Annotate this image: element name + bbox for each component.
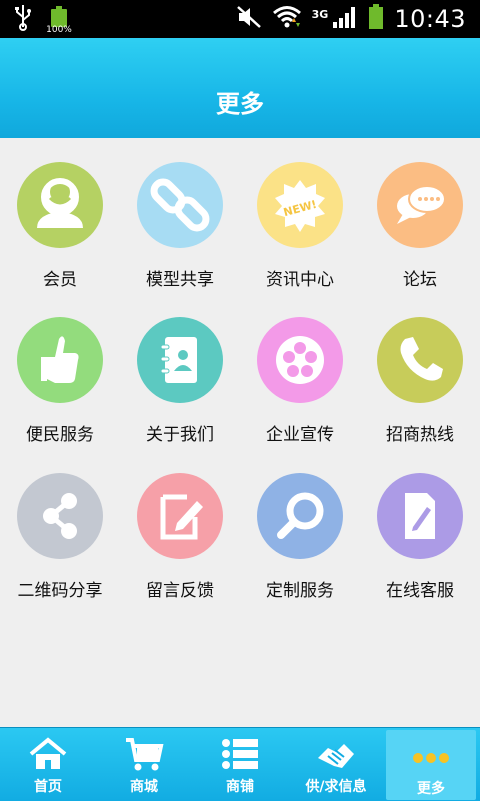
more-dots-icon [413, 753, 449, 763]
signal-icon [332, 5, 358, 33]
menu-label: 便民服务 [26, 425, 94, 445]
list-icon [222, 739, 258, 769]
edit-icon [137, 473, 223, 559]
menu-item-online-support[interactable]: 在线客服 [360, 451, 480, 601]
phone-icon [377, 317, 463, 403]
menu-item-custom-service[interactable]: 定制服务 [240, 451, 360, 601]
handshake-icon [318, 744, 354, 768]
menu-item-about-us[interactable]: 关于我们 [120, 295, 240, 445]
menu-item-model-share[interactable]: 模型共享 [120, 140, 240, 290]
menu-item-hotline[interactable]: 招商热线 [360, 295, 480, 445]
tab-label: 更多 [417, 781, 445, 797]
tab-mall[interactable]: 商城 [96, 728, 192, 801]
forum-icon [377, 162, 463, 248]
menu-item-feedback[interactable]: 留言反馈 [120, 451, 240, 601]
menu-label: 二维码分享 [17, 581, 103, 601]
tab-label: 商城 [130, 779, 158, 795]
contact-book-icon [137, 317, 223, 403]
tab-home[interactable]: 首页 [0, 728, 96, 801]
tab-more[interactable]: 更多 [386, 730, 476, 800]
menu-item-promotion[interactable]: 企业宣传 [240, 295, 360, 445]
menu-item-member[interactable]: 会员 [0, 140, 120, 290]
menu-label: 会员 [43, 270, 77, 290]
menu-item-convenience[interactable]: 便民服务 [0, 295, 120, 445]
magnifier-icon [257, 473, 343, 559]
page-title: 更多 [216, 90, 264, 118]
bottom-tab-bar: 首页 商城 商铺 供/求信息 更多 [0, 727, 480, 801]
menu-label: 留言反馈 [146, 581, 214, 601]
member-icon [17, 162, 103, 248]
film-reel-icon [257, 317, 343, 403]
share-icon [17, 473, 103, 559]
tab-shops[interactable]: 商铺 [192, 728, 288, 801]
menu-item-forum[interactable]: 论坛 [360, 140, 480, 290]
usb-icon [14, 3, 32, 35]
menu-label: 关于我们 [146, 425, 214, 445]
battery-full-icon [368, 4, 384, 34]
tab-label: 商铺 [226, 779, 254, 795]
menu-label: 资讯中心 [266, 270, 334, 290]
wifi-icon [272, 4, 302, 34]
mute-icon [236, 5, 262, 33]
network-type: 3G [311, 7, 329, 21]
battery-icon: 100% [46, 5, 72, 35]
menu-label: 在线客服 [386, 581, 454, 601]
menu-item-qr-share[interactable]: 二维码分享 [0, 451, 120, 601]
clock: 10:43 [394, 5, 466, 33]
home-icon [29, 737, 67, 769]
news-icon: NEW! [257, 162, 343, 248]
tab-label: 供/求信息 [305, 779, 367, 795]
title-bar: 更多 [0, 38, 480, 138]
battery-percent: 100% [46, 25, 72, 35]
tab-label: 首页 [34, 779, 62, 795]
menu-item-news[interactable]: NEW! 资讯中心 [240, 140, 360, 290]
menu-label: 招商热线 [386, 425, 454, 445]
tab-supply-demand[interactable]: 供/求信息 [288, 728, 384, 801]
menu-label: 企业宣传 [266, 425, 334, 445]
cart-icon [126, 738, 164, 771]
document-edit-icon [377, 473, 463, 559]
status-bar: 100% 3G 10:43 [0, 0, 480, 38]
menu-label: 论坛 [403, 270, 437, 290]
menu-label: 定制服务 [266, 581, 334, 601]
menu-label: 模型共享 [146, 270, 214, 290]
thumbs-up-icon [17, 317, 103, 403]
link-icon [137, 162, 223, 248]
